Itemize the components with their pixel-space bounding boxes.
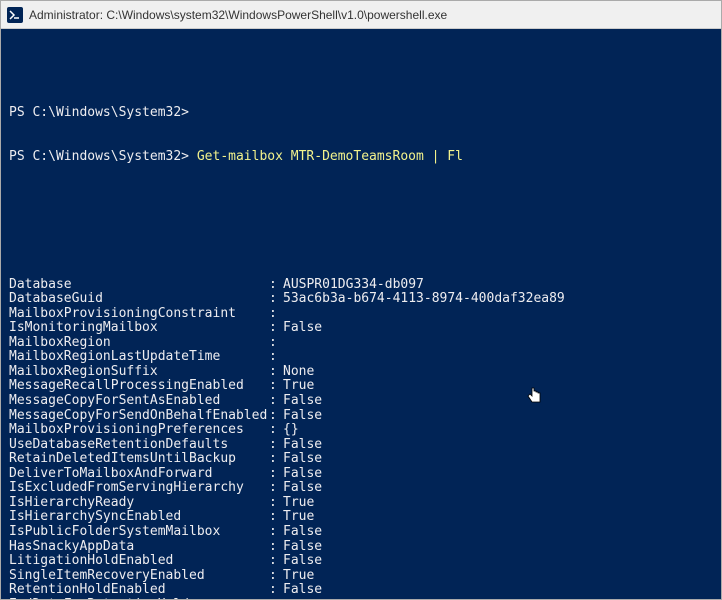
output-key: HasSnackyAppData — [9, 540, 269, 555]
output-separator: : — [269, 525, 283, 540]
output-row: IsHierarchySyncEnabled:True — [9, 510, 713, 525]
output-separator: : — [269, 394, 283, 409]
output-value: True — [283, 510, 314, 525]
output-value: True — [283, 569, 314, 584]
output-key: DatabaseGuid — [9, 292, 269, 307]
prompt-line-2: PS C:\Windows\System32> Get-mailbox MTR-… — [9, 150, 713, 165]
output-key: IsExcludedFromServingHierarchy — [9, 481, 269, 496]
output-separator: : — [269, 365, 283, 380]
output-value: False — [283, 321, 322, 336]
output-list: Database:AUSPR01DG334-db097DatabaseGuid:… — [9, 278, 713, 599]
output-row: DatabaseGuid:53ac6b3a-b674-4113-8974-400… — [9, 292, 713, 307]
command-text: Get-mailbox MTR-DemoTeamsRoom | Fl — [197, 149, 463, 164]
output-separator: : — [269, 554, 283, 569]
output-key: MailboxProvisioningConstraint — [9, 307, 269, 322]
output-row: MailboxRegionSuffix:None — [9, 365, 713, 380]
output-key: RetainDeletedItemsUntilBackup — [9, 452, 269, 467]
output-separator: : — [269, 510, 283, 525]
output-key: EndDateForRetentionHold — [9, 598, 269, 599]
output-separator: : — [269, 569, 283, 584]
output-value: False — [283, 525, 322, 540]
output-row: MessageRecallProcessingEnabled:True — [9, 379, 713, 394]
output-row: MessageCopyForSendOnBehalfEnabled:False — [9, 409, 713, 424]
output-separator: : — [269, 336, 283, 351]
output-separator: : — [269, 438, 283, 453]
powershell-window: Administrator: C:\Windows\system32\Windo… — [0, 0, 722, 600]
output-row: RetainDeletedItemsUntilBackup:False — [9, 452, 713, 467]
output-key: DeliverToMailboxAndForward — [9, 467, 269, 482]
output-key: MessageRecallProcessingEnabled — [9, 379, 269, 394]
output-key: LitigationHoldEnabled — [9, 554, 269, 569]
output-key: MailboxRegionLastUpdateTime — [9, 350, 269, 365]
output-key: IsHierarchyReady — [9, 496, 269, 511]
output-value: AUSPR01DG334-db097 — [283, 278, 424, 293]
output-value: 53ac6b3a-b674-4113-8974-400daf32ea89 — [283, 292, 565, 307]
output-value: True — [283, 496, 314, 511]
output-value: {} — [283, 423, 299, 438]
output-row: MailboxProvisioningConstraint: — [9, 307, 713, 322]
output-separator: : — [269, 379, 283, 394]
output-separator: : — [269, 598, 283, 599]
output-key: IsMonitoringMailbox — [9, 321, 269, 336]
prompt-prefix: PS C:\Windows\System32> — [9, 149, 197, 164]
output-row: MailboxProvisioningPreferences:{} — [9, 423, 713, 438]
output-row: Database:AUSPR01DG334-db097 — [9, 278, 713, 293]
terminal-area[interactable]: PS C:\Windows\System32> PS C:\Windows\Sy… — [1, 29, 721, 599]
output-key: MailboxRegionSuffix — [9, 365, 269, 380]
output-separator: : — [269, 409, 283, 424]
output-key: Database — [9, 278, 269, 293]
output-separator: : — [269, 307, 283, 322]
output-separator: : — [269, 540, 283, 555]
output-value: False — [283, 540, 322, 555]
output-separator: : — [269, 423, 283, 438]
output-key: IsPublicFolderSystemMailbox — [9, 525, 269, 540]
output-row: IsMonitoringMailbox:False — [9, 321, 713, 336]
output-key: IsHierarchySyncEnabled — [9, 510, 269, 525]
title-bar[interactable]: Administrator: C:\Windows\system32\Windo… — [1, 1, 721, 29]
output-row: RetentionHoldEnabled:False — [9, 583, 713, 598]
output-separator: : — [269, 350, 283, 365]
output-value: False — [283, 409, 322, 424]
output-key: RetentionHoldEnabled — [9, 583, 269, 598]
output-key: SingleItemRecoveryEnabled — [9, 569, 269, 584]
output-value: False — [283, 438, 322, 453]
output-row: HasSnackyAppData:False — [9, 540, 713, 555]
window-title: Administrator: C:\Windows\system32\Windo… — [29, 8, 447, 22]
output-value: False — [283, 394, 322, 409]
output-row: SingleItemRecoveryEnabled:True — [9, 569, 713, 584]
output-key: UseDatabaseRetentionDefaults — [9, 438, 269, 453]
output-row: IsHierarchyReady:True — [9, 496, 713, 511]
output-key: MailboxProvisioningPreferences — [9, 423, 269, 438]
prompt-line-1: PS C:\Windows\System32> — [9, 106, 713, 121]
output-value: True — [283, 379, 314, 394]
output-row: MailboxRegionLastUpdateTime: — [9, 350, 713, 365]
output-value: None — [283, 365, 314, 380]
output-separator: : — [269, 496, 283, 511]
output-row: UseDatabaseRetentionDefaults:False — [9, 438, 713, 453]
output-value: False — [283, 467, 322, 482]
output-key: MessageCopyForSendOnBehalfEnabled — [9, 409, 269, 424]
output-separator: : — [269, 481, 283, 496]
output-separator: : — [269, 583, 283, 598]
output-separator: : — [269, 467, 283, 482]
output-row: IsPublicFolderSystemMailbox:False — [9, 525, 713, 540]
output-value: False — [283, 452, 322, 467]
output-value: False — [283, 481, 322, 496]
output-row: IsExcludedFromServingHierarchy:False — [9, 481, 713, 496]
output-row: MailboxRegion: — [9, 336, 713, 351]
output-separator: : — [269, 321, 283, 336]
output-value: False — [283, 583, 322, 598]
output-row: MessageCopyForSentAsEnabled:False — [9, 394, 713, 409]
output-separator: : — [269, 292, 283, 307]
output-row: DeliverToMailboxAndForward:False — [9, 467, 713, 482]
powershell-icon — [7, 7, 23, 23]
output-separator: : — [269, 278, 283, 293]
output-row: EndDateForRetentionHold: — [9, 598, 713, 599]
output-value: False — [283, 554, 322, 569]
output-key: MessageCopyForSentAsEnabled — [9, 394, 269, 409]
output-row: LitigationHoldEnabled:False — [9, 554, 713, 569]
output-key: MailboxRegion — [9, 336, 269, 351]
output-separator: : — [269, 452, 283, 467]
